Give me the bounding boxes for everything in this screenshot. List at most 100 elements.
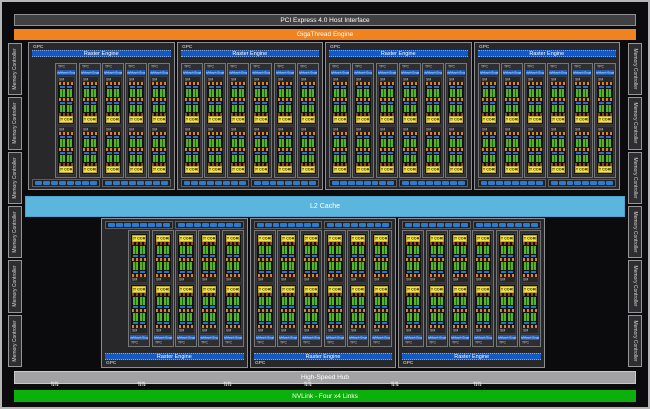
rt-core-label: RT CORE <box>523 288 537 292</box>
rt-core-label: RT CORE <box>129 118 143 122</box>
warp-scheduler-strip <box>552 136 557 138</box>
cuda-cores <box>461 297 466 305</box>
cuda-cores <box>157 297 162 305</box>
cuda-core-column <box>359 246 364 257</box>
cuda-core-array <box>405 296 421 309</box>
cuda-cores <box>536 155 541 163</box>
warp-scheduler-strip <box>404 136 409 138</box>
raster-engine-label: Raster Engine <box>381 51 416 57</box>
cuda-core-column <box>160 136 165 147</box>
rop-segment <box>296 223 303 227</box>
flow-arrows-icon: ⇅⇅ <box>198 347 220 352</box>
rop-segment <box>148 223 155 227</box>
tpc-label-text: TPC <box>475 341 482 344</box>
sm-block: SMRT CORE <box>331 126 349 175</box>
cuda-cores <box>375 313 380 321</box>
rt-core-label: RT CORE <box>258 288 272 292</box>
gigathread-label: GigaThread Engine <box>297 31 353 38</box>
gpc-block: GPCRaster Engine⇅⇅TPCPolyMorph EngineSMR… <box>101 218 248 368</box>
rop-segment <box>421 223 428 227</box>
warp-scheduler-strip <box>404 102 409 104</box>
memory-controller-bar: Memory Controller <box>628 43 642 95</box>
cuda-core-array <box>402 101 418 114</box>
polymorph-engine-label: PolyMorph Engine <box>428 336 446 339</box>
warp-scheduler-strip <box>232 152 237 154</box>
tpc-label: TPC <box>354 65 372 69</box>
polymorph-engine-label: PolyMorph Engine <box>349 336 367 339</box>
tpc-block: TPCPolyMorph EngineSMRT CORESMRT CORE <box>198 230 220 347</box>
cuda-core-column <box>279 102 284 113</box>
warp-scheduler-strip <box>187 255 192 257</box>
polymorph-engine-bar: PolyMorph Engine <box>573 70 591 75</box>
cuda-core-column <box>286 102 291 113</box>
rop-segment <box>207 181 214 185</box>
cuda-cores <box>552 105 557 113</box>
rt-core-bar: RT CORE <box>281 235 295 242</box>
cuda-cores <box>329 313 334 321</box>
cuda-core-column <box>160 102 165 113</box>
cuda-cores <box>552 89 557 97</box>
rop-segment <box>145 181 152 185</box>
cuda-core-array <box>82 85 98 98</box>
cuda-cores <box>450 155 455 163</box>
warp-scheduler-strip <box>364 152 369 154</box>
cuda-cores <box>133 297 138 305</box>
sm-label: SM <box>482 128 487 131</box>
rop-segment <box>343 223 350 227</box>
cuda-core-array <box>448 135 464 148</box>
cuda-core-column <box>536 86 541 97</box>
flow-arrows-icon: ⇅⇅ <box>347 347 369 352</box>
sm-label: SM <box>426 128 431 131</box>
cuda-core-column <box>454 297 459 308</box>
tpc-slot: ⇅⇅TPCPolyMorph EngineSMRT CORESMRT CORE <box>402 230 424 352</box>
sm-block: SMRT CORE <box>206 126 224 175</box>
warp-scheduler-strip <box>508 271 513 273</box>
rt-core-label: RT CORE <box>403 118 417 122</box>
cuda-core-column <box>506 136 511 147</box>
cuda-core-column <box>576 102 581 113</box>
warp-scheduler-strip <box>262 152 267 154</box>
warp-scheduler-strip <box>164 306 169 308</box>
cuda-core-column <box>559 152 564 163</box>
sm-header: SM <box>405 277 421 282</box>
nvlink-bar: NVLink - Four x4 Links <box>14 390 636 402</box>
warp-scheduler-strip <box>114 136 119 138</box>
rt-core-label: RT CORE <box>156 288 170 292</box>
warp-scheduler-strip <box>450 152 455 154</box>
rt-core-label: RT CORE <box>374 288 388 292</box>
warp-scheduler-strip <box>576 152 581 154</box>
polymorph-engine-label: PolyMorph Engine <box>401 71 419 74</box>
cuda-core-column <box>461 297 466 308</box>
warp-scheduler-strip <box>180 271 185 273</box>
cuda-cores <box>309 105 314 113</box>
tpc-label-text: TPC <box>105 65 112 68</box>
warp-scheduler-strip <box>137 136 142 138</box>
tpc-row: ⇅⇅TPCPolyMorph EngineSMRT CORESMRT CORE⇅… <box>477 58 618 178</box>
cuda-core-array <box>574 151 590 164</box>
warp-scheduler-strip <box>583 152 588 154</box>
cuda-cores <box>427 105 432 113</box>
warp-scheduler-strip <box>552 102 557 104</box>
cuda-cores <box>160 105 165 113</box>
cuda-core-column <box>508 262 513 273</box>
cuda-core-column <box>508 297 513 308</box>
polymorph-engine-bar: PolyMorph Engine <box>224 335 242 340</box>
rt-core-label: RT CORE <box>301 168 315 172</box>
tpc-label: TPC <box>480 65 498 69</box>
rt-core-label: RT CORE <box>179 288 193 292</box>
sm-header: SM <box>155 328 171 333</box>
sm-block: SMRT CORE <box>183 76 201 125</box>
cuda-core-array <box>481 101 497 114</box>
rt-core-label: RT CORE <box>551 118 565 122</box>
cuda-core-column <box>91 152 96 163</box>
cuda-core-array <box>225 245 241 258</box>
rop-segment <box>257 223 264 227</box>
cuda-core-column <box>239 86 244 97</box>
rop-segment <box>426 181 433 185</box>
sm-block: SMRT CORE <box>130 233 148 283</box>
sm-label: SM <box>152 128 157 131</box>
rt-core-label: RT CORE <box>301 118 315 122</box>
cuda-cores <box>484 297 489 305</box>
polymorph-engine-bar: PolyMorph Engine <box>81 70 99 75</box>
sm-header: SM <box>155 277 171 282</box>
